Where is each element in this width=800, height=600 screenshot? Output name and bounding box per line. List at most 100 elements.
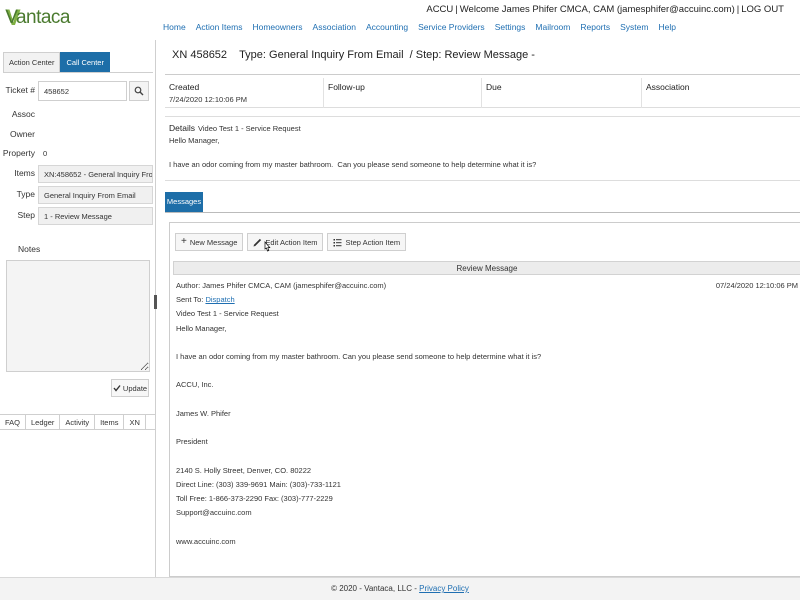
nav-service-providers[interactable]: Service Providers bbox=[418, 22, 485, 32]
signature-toll-free: Toll Free: 1-866-373-2290 Fax: (303)-777… bbox=[176, 493, 333, 503]
ticket-row: Ticket # bbox=[0, 81, 156, 101]
user-bar: ACCU | Welcome James Phifer CMCA, CAM (jam… bbox=[426, 4, 784, 15]
details-greeting: Hello Manager, bbox=[169, 136, 220, 145]
details-section: Details Video Test 1 - Service Request He… bbox=[169, 122, 536, 171]
tab-faq[interactable]: FAQ bbox=[0, 415, 27, 429]
step-action-item-button[interactable]: Step Action Item bbox=[327, 233, 407, 251]
main-content: XN 458652 Type: General Inquiry From Ema… bbox=[157, 40, 800, 577]
property-row: Property 0 bbox=[0, 145, 156, 163]
created-value: 7/24/2020 12:10:06 PM bbox=[169, 95, 247, 104]
messages-panel: + New Message Edit Action Item Step Acti… bbox=[169, 222, 800, 577]
mouse-pointer-icon bbox=[264, 241, 271, 252]
signature-name: James W. Phifer bbox=[176, 408, 231, 418]
page-title: XN 458652 Type: General Inquiry From Ema… bbox=[172, 49, 535, 61]
items-label: Items bbox=[14, 168, 35, 178]
type-row: Type General Inquiry From Email bbox=[0, 186, 156, 204]
sent-to-label: Sent To: bbox=[176, 295, 206, 305]
company-name: ACCU bbox=[426, 4, 454, 15]
vantaca-logo[interactable]: V Vantaca bbox=[5, 4, 70, 32]
nav-system[interactable]: System bbox=[620, 22, 648, 32]
signature-position: President bbox=[176, 437, 208, 447]
search-icon bbox=[134, 86, 144, 96]
sent-to-link[interactable]: Dispatch bbox=[205, 295, 234, 304]
items-value[interactable]: XN:458652 - General Inquiry From Em bbox=[38, 165, 153, 183]
message-subject: Video Test 1 - Service Request bbox=[176, 309, 279, 319]
items-row: Items XN:458652 - General Inquiry From E… bbox=[0, 165, 156, 183]
title-divider bbox=[165, 74, 800, 75]
property-label: Property bbox=[2, 148, 35, 158]
property-value: 0 bbox=[43, 149, 48, 158]
update-button[interactable]: Update bbox=[111, 379, 149, 397]
message-date: 07/24/2020 12:10:06 PM bbox=[715, 281, 798, 290]
ticket-info-grid: Created 7/24/2020 12:10:06 PM Follow-up … bbox=[165, 78, 800, 108]
update-label: Update bbox=[122, 383, 148, 393]
step-label: Step bbox=[17, 210, 36, 220]
details-label: Details bbox=[169, 123, 195, 133]
nav-association[interactable]: Association bbox=[313, 22, 356, 32]
signature-address: 2140 S. Holly Street, Denver, CO. 80222 bbox=[176, 465, 312, 475]
due-column: Due bbox=[481, 78, 641, 108]
details-subject: Video Test 1 - Service Request bbox=[197, 124, 301, 133]
search-button[interactable] bbox=[129, 81, 149, 101]
left-tabs: Action Center Call Center bbox=[3, 52, 110, 72]
assoc-row: Assoc bbox=[0, 106, 156, 124]
app-header: V Vantaca ACCU | Welcome James Phifer CMCA,… bbox=[0, 0, 800, 40]
nav-help[interactable]: Help bbox=[658, 22, 675, 32]
list-icon bbox=[333, 238, 342, 246]
step-row: Step 1 - Review Message bbox=[0, 207, 156, 225]
followup-header: Follow-up bbox=[328, 82, 365, 92]
welcome-text: Welcome James Phifer CMCA, CAM (jamesphi… bbox=[459, 4, 735, 15]
owner-label: Owner bbox=[9, 129, 35, 139]
signature-email: Support@accuinc.com bbox=[176, 508, 252, 518]
notes-textarea[interactable] bbox=[6, 260, 150, 372]
edit-action-item-button[interactable]: Edit Action Item bbox=[247, 233, 324, 251]
new-message-button[interactable]: + New Message bbox=[175, 233, 244, 251]
copyright-text: © 2020 - Vantaca, LLC - bbox=[331, 584, 420, 593]
notes-label: Notes bbox=[18, 244, 41, 254]
review-message-header: Review Message bbox=[173, 261, 800, 275]
created-header: Created bbox=[169, 82, 200, 92]
signature-website: www.accuinc.com bbox=[176, 536, 236, 546]
nav-homeowners[interactable]: Homeowners bbox=[252, 22, 302, 32]
message-author: Author: James Phifer CMCA, CAM (jamesphi… bbox=[176, 281, 387, 290]
message-greeting: Hello Manager, bbox=[176, 323, 227, 333]
signature-direct-line: Direct Line: (303) 339-9691 Main: (303)-… bbox=[176, 479, 341, 489]
association-header: Association bbox=[646, 82, 690, 92]
type-value: General Inquiry From Email bbox=[38, 186, 153, 204]
tab-activity[interactable]: Activity bbox=[60, 415, 96, 429]
sent-to-row: Sent To: Dispatch bbox=[176, 293, 798, 307]
tab-ledger[interactable]: Ledger bbox=[26, 415, 61, 429]
check-icon bbox=[113, 385, 121, 392]
tab-call-center[interactable]: Call Center bbox=[60, 52, 110, 72]
tab-action-center[interactable]: Action Center bbox=[3, 52, 61, 72]
details-divider-top bbox=[165, 116, 800, 117]
created-column: Created 7/24/2020 12:10:06 PM bbox=[165, 78, 323, 108]
signature-company: ACCU, Inc. bbox=[176, 380, 214, 390]
logo-text: Vantaca bbox=[5, 7, 70, 28]
tab-xn[interactable]: XN bbox=[124, 415, 146, 429]
step-action-item-label: Step Action Item bbox=[345, 237, 401, 247]
page-footer: © 2020 - Vantaca, LLC - Privacy Policy bbox=[0, 577, 800, 600]
nav-settings[interactable]: Settings bbox=[495, 22, 526, 32]
owner-row: Owner bbox=[0, 126, 156, 144]
call-center-panel: Action Center Call Center Ticket # Assoc… bbox=[0, 40, 156, 577]
type-label: Type bbox=[16, 189, 35, 199]
nav-mailroom[interactable]: Mailroom bbox=[535, 22, 570, 32]
message-body: Author: James Phifer CMCA, CAM (jamesphi… bbox=[176, 279, 798, 549]
nav-reports[interactable]: Reports bbox=[580, 22, 610, 32]
association-column: Association bbox=[641, 78, 800, 108]
nav-accounting[interactable]: Accounting bbox=[366, 22, 408, 32]
tab-messages[interactable]: Messages bbox=[165, 192, 203, 212]
bottom-tabs: FAQ Ledger Activity Items XN bbox=[0, 414, 155, 430]
privacy-policy-link[interactable]: Privacy Policy bbox=[419, 584, 469, 593]
nav-action-items[interactable]: Action Items bbox=[196, 22, 243, 32]
due-header: Due bbox=[486, 82, 502, 92]
step-value: 1 - Review Message bbox=[38, 207, 153, 225]
nav-home[interactable]: Home bbox=[163, 22, 186, 32]
message-toolbar: + New Message Edit Action Item Step Acti… bbox=[175, 233, 407, 251]
tab-items[interactable]: Items bbox=[95, 415, 125, 429]
new-message-label: New Message bbox=[189, 237, 238, 247]
assoc-label: Assoc bbox=[11, 109, 35, 119]
ticket-input[interactable] bbox=[38, 81, 127, 101]
logout-link[interactable]: LOG OUT bbox=[741, 4, 784, 15]
